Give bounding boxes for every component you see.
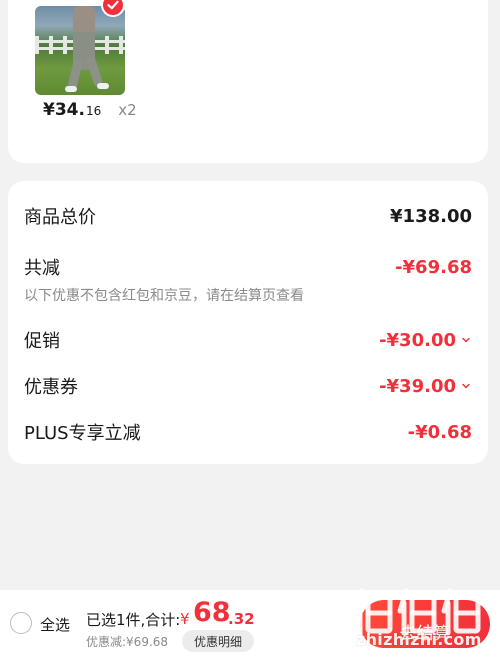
total-price-row: 商品总价 ¥138.00 [24,203,472,229]
discount-note: 以下优惠不包含红包和京豆，请在结算页查看 [24,288,304,304]
coupon-value: -¥39.00 [379,375,456,397]
chevron-down-icon[interactable] [460,334,472,346]
coupon-row[interactable]: 优惠券 -¥39.00 [24,373,472,399]
product-thumbnail[interactable] [35,6,125,95]
promo-label: 促销 [24,331,60,352]
item-price: ¥34. [43,100,85,120]
total-reduce-value: -¥69.68 [395,256,472,278]
total-amount-int: 68 [193,597,231,628]
cart-item-card: ¥34. 16 x2 [8,0,488,163]
select-all-label[interactable]: 全选 [40,614,70,635]
total-price-value: ¥138.00 [390,205,472,227]
selected-count: 已选1件,合计: [86,611,181,629]
total-amount-decimal: .32 [228,610,255,628]
watermark-text: zhizhizhi.com [356,630,482,649]
discount-summary: 优惠减:¥69.68 [86,635,169,649]
plus-discount-label: PLUS专享立减 [24,423,141,444]
select-all-radio[interactable] [10,612,32,634]
total-reduce-label: 共减 [24,258,60,279]
price-summary-card: 商品总价 ¥138.00 共减 -¥69.68 以下优惠不包含红包和京豆，请在结… [8,181,488,464]
chevron-down-icon[interactable] [460,380,472,392]
promo-row[interactable]: 促销 -¥30.00 [24,327,472,353]
promo-value: -¥30.00 [379,329,456,351]
item-quantity: x2 [118,101,137,119]
total-reduce-row: 共减 -¥69.68 [24,254,472,280]
discount-detail-button[interactable]: 优惠明细 [182,630,254,652]
plus-discount-row: PLUS专享立减 -¥0.68 [24,419,472,445]
total-price-label: 商品总价 [24,207,96,228]
item-price-row: ¥34. 16 x2 [43,100,137,120]
coupon-label: 优惠券 [24,377,78,398]
item-price-decimal: 16 [85,104,102,118]
total-currency: ¥ [180,610,190,628]
plus-discount-value: -¥0.68 [407,421,472,443]
